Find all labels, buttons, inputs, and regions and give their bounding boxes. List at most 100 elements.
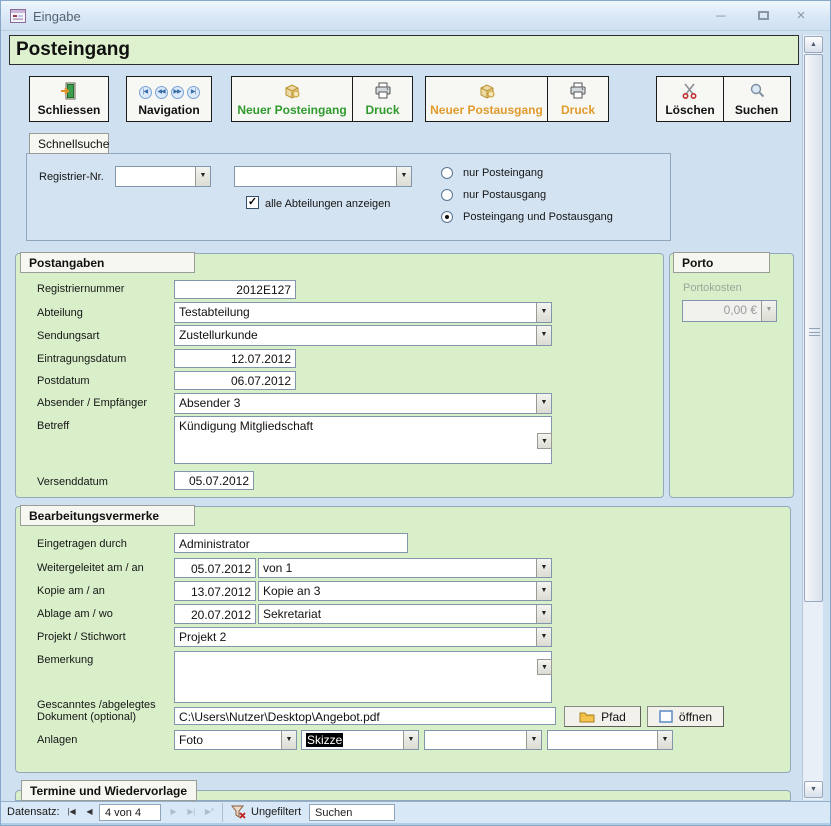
termine-header: Termine und Wiedervorlage: [21, 780, 197, 801]
oeffnen-label: öffnen: [678, 709, 713, 724]
radio-posteingang-und-postausgang[interactable]: [441, 211, 453, 223]
chevron-down-icon[interactable]: ▼: [396, 167, 411, 186]
radio-nur-postausgang[interactable]: [441, 189, 453, 201]
bemerkung-dropdown-button[interactable]: ▼: [537, 659, 552, 675]
chevron-down-icon[interactable]: ▼: [536, 394, 551, 413]
absender-empfaenger-label: Absender / Empfänger: [37, 397, 148, 409]
record-position[interactable]: 4 von 4: [99, 804, 161, 821]
vertical-scrollbar[interactable]: ▲ ▼: [802, 35, 823, 800]
chevron-down-icon[interactable]: ▼: [536, 582, 551, 600]
projekt-stichwort-label: Projekt / Stichwort: [37, 631, 126, 643]
eintragungsdatum-field[interactable]: [174, 349, 296, 368]
anlage-3-combobox[interactable]: ▼: [424, 730, 542, 750]
kopie-an-combobox[interactable]: Kopie an 3 ▼: [258, 581, 552, 601]
chevron-down-icon[interactable]: ▼: [526, 731, 541, 749]
schliessen-button[interactable]: Schliessen: [29, 76, 109, 122]
restore-button[interactable]: [748, 7, 778, 25]
loeschen-suchen-group: Löschen Suchen: [656, 76, 791, 122]
nav-last-icon: ▶|: [186, 86, 200, 99]
postdatum-field[interactable]: [174, 371, 296, 390]
betreff-field[interactable]: Kündigung Mitgliedschaft: [174, 416, 552, 464]
radio-nur-posteingang-label[interactable]: nur Posteingang: [463, 167, 543, 179]
record-new-button[interactable]: ▶*: [201, 804, 218, 821]
suchen-button[interactable]: Suchen: [723, 77, 789, 121]
abteilung-combobox[interactable]: Testabteilung ▼: [174, 302, 552, 323]
druck-ausgang-button[interactable]: Druck: [547, 77, 608, 121]
bemerkung-label: Bemerkung: [37, 654, 94, 666]
versenddatum-field[interactable]: [174, 471, 254, 490]
registriernummer-field[interactable]: [174, 280, 296, 299]
weitergeleitet-datum-field[interactable]: [174, 558, 256, 578]
open-document-icon: [659, 710, 673, 723]
eingetragen-durch-field[interactable]: [174, 533, 408, 553]
loeschen-label: Löschen: [665, 103, 715, 117]
sendungsart-combobox[interactable]: Zustellurkunde ▼: [174, 325, 552, 346]
close-button[interactable]: ×: [786, 7, 816, 25]
ablage-datum-field[interactable]: [174, 604, 256, 624]
radio-nur-posteingang[interactable]: [441, 167, 453, 179]
record-first-button[interactable]: |◀: [63, 804, 80, 821]
anlage-1-combobox[interactable]: Foto ▼: [174, 730, 297, 750]
scrollbar-thumb[interactable]: [804, 54, 823, 602]
druck-eingang-button[interactable]: Druck: [352, 77, 412, 121]
loeschen-button[interactable]: Löschen: [657, 77, 723, 121]
scrollbar-grip: [809, 328, 820, 336]
oeffnen-button[interactable]: öffnen: [647, 706, 724, 727]
anlage-2-combobox[interactable]: Skizze ▼: [301, 730, 419, 750]
chevron-down-icon[interactable]: ▼: [403, 731, 418, 749]
neuer-posteingang-label: Neuer Posteingang: [237, 103, 347, 117]
filter-status-label[interactable]: Ungefiltert: [251, 806, 301, 818]
registrier-nr-combobox[interactable]: ▼: [115, 166, 211, 187]
betreff-dropdown-button[interactable]: ▼: [537, 433, 552, 449]
radio-posteingang-und-postausgang-label[interactable]: Posteingang und Postausgang: [463, 211, 613, 223]
minimize-button[interactable]: ─: [706, 7, 736, 25]
scroll-up-icon[interactable]: ▲: [804, 36, 823, 53]
ablage-wo-combobox[interactable]: Sekretariat ▼: [258, 604, 552, 624]
anlage-4-combobox[interactable]: ▼: [547, 730, 673, 750]
neuer-postausgang-label: Neuer Postausgang: [430, 103, 543, 117]
window-title: Eingabe: [33, 9, 81, 24]
chevron-down-icon[interactable]: ▼: [536, 303, 551, 322]
weitergeleitet-an-combobox[interactable]: von 1 ▼: [258, 558, 552, 578]
weitergeleitet-label: Weitergeleitet am / an: [37, 562, 144, 574]
tab-schnellsuche[interactable]: Schnellsuche: [29, 133, 109, 154]
postdatum-label: Postdatum: [37, 375, 90, 387]
chevron-down-icon[interactable]: ▼: [657, 731, 672, 749]
kopie-datum-field[interactable]: [174, 581, 256, 601]
suchen-label: Suchen: [734, 103, 779, 117]
form-icon: [10, 9, 26, 23]
eingabe-window: Eingabe ─ × Posteingang ▲ ▼ Schliessen |: [0, 0, 831, 826]
dokument-pfad-field[interactable]: [174, 707, 556, 725]
neuer-posteingang-button[interactable]: Neuer Posteingang: [232, 77, 352, 121]
projekt-stichwort-combobox[interactable]: Projekt 2 ▼: [174, 627, 552, 647]
absender-empfaenger-combobox[interactable]: Absender 3 ▼: [174, 393, 552, 414]
chevron-down-icon[interactable]: ▼: [536, 628, 551, 646]
statusbar-separator: [222, 803, 223, 822]
nav-first-icon: |◀: [138, 86, 152, 99]
record-next-button[interactable]: ▶: [165, 804, 182, 821]
record-search-input[interactable]: Suchen: [309, 804, 395, 821]
radio-nur-postausgang-label[interactable]: nur Postausgang: [463, 189, 546, 201]
checkmark-icon: ✓: [247, 196, 258, 208]
pfad-button[interactable]: Pfad: [564, 706, 641, 727]
bemerkung-field[interactable]: [174, 651, 552, 703]
chevron-down-icon[interactable]: ▼: [536, 605, 551, 623]
navigation-button[interactable]: |◀ ◀◀ ▶▶ ▶| Navigation: [126, 76, 212, 122]
chevron-down-icon[interactable]: ▼: [195, 167, 210, 186]
scroll-down-icon[interactable]: ▼: [804, 781, 823, 798]
dokument-label: Gescanntes /abgelegtes Dokument (optiona…: [37, 699, 156, 723]
chevron-down-icon[interactable]: ▼: [536, 559, 551, 577]
druck-ausgang-label: Druck: [560, 103, 595, 117]
chevron-down-icon[interactable]: ▼: [536, 326, 551, 345]
abteilung-filter-combobox[interactable]: ▼: [234, 166, 412, 187]
restore-icon: [757, 11, 769, 20]
exit-door-icon: [60, 80, 78, 102]
alle-abteilungen-label: alle Abteilungen anzeigen: [265, 198, 391, 210]
versenddatum-label: Versenddatum: [37, 476, 108, 488]
neuer-postausgang-button[interactable]: Neuer Postausgang: [426, 77, 547, 121]
ablage-label: Ablage am / wo: [37, 608, 113, 620]
chevron-down-icon[interactable]: ▼: [281, 731, 296, 749]
record-last-button[interactable]: ▶|: [183, 804, 200, 821]
alle-abteilungen-checkbox[interactable]: ✓: [246, 196, 259, 209]
record-prev-button[interactable]: ◀: [81, 804, 98, 821]
